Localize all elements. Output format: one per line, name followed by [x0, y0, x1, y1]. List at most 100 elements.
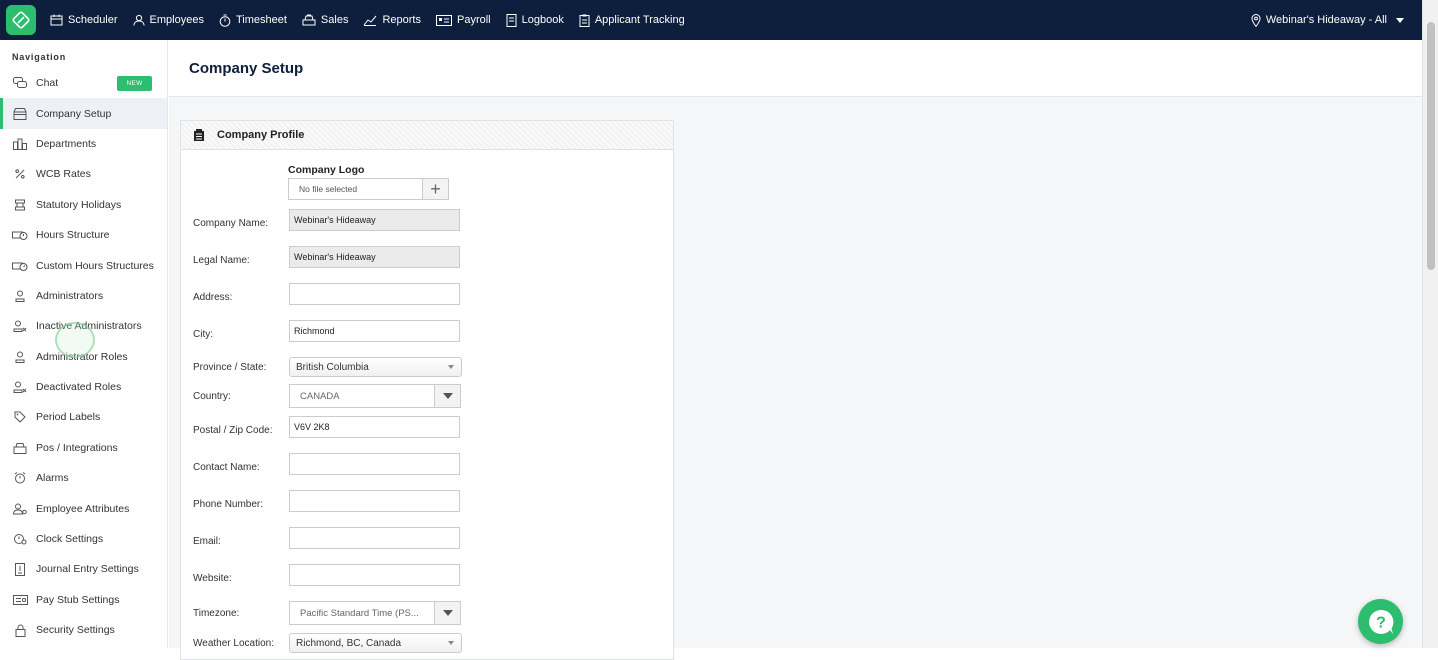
sidebar-item-label: Deactivated Roles [36, 381, 122, 394]
sidebar-item-hours-structure[interactable]: Hours Structure [0, 220, 167, 250]
sidebar-item-clock-settings[interactable]: Clock Settings [0, 524, 167, 554]
phone-label: Phone Number: [193, 498, 264, 510]
map-pin-icon [1251, 13, 1261, 27]
sidebar-item-label: Alarms [36, 472, 69, 485]
email-row: Email: [193, 527, 460, 549]
page-scrollbar[interactable] [1422, 0, 1438, 648]
address-field[interactable] [289, 283, 460, 305]
chevron-down-icon [1396, 17, 1404, 23]
country-select[interactable]: CANADA [289, 384, 461, 408]
timezone-label: Timezone: [193, 607, 240, 619]
company-profile-card: Company Profile Company Logo No file sel… [180, 120, 674, 660]
sidebar-item-departments[interactable]: Departments [0, 129, 167, 159]
company-logo-file-input[interactable]: No file selected + [288, 178, 449, 200]
location-selector[interactable]: Webinar's Hideaway - All [1251, 0, 1404, 40]
nav-reports[interactable]: Reports [363, 14, 421, 26]
sidebar-item-employee-attributes[interactable]: Employee Attributes [0, 493, 167, 523]
sidebar-item-company-setup[interactable]: Company Setup [0, 98, 167, 130]
card-header: Company Profile [181, 121, 673, 150]
page-title: Company Setup [169, 40, 1422, 97]
contact-row: Contact Name: [193, 453, 460, 475]
sidebar-item-administrator-roles[interactable]: Administrator Roles [0, 342, 167, 372]
phone-field[interactable] [289, 490, 460, 512]
contact-label: Contact Name: [193, 461, 260, 473]
help-button[interactable]: ? [1358, 599, 1403, 644]
contact-field[interactable] [289, 453, 460, 475]
admin-icon [12, 289, 28, 303]
nav-payroll[interactable]: Payroll [435, 14, 491, 26]
sidebar-item-label: Administrators [36, 289, 104, 302]
person-icon [133, 14, 145, 26]
sidebar-item-statutory-holidays[interactable]: Statutory Holidays [0, 190, 167, 220]
country-row: Country: CANADA [193, 384, 461, 408]
chat-icon [12, 76, 28, 90]
sidebar-item-label: Pay Stub Settings [36, 593, 120, 606]
svg-text:?: ? [1376, 614, 1386, 631]
legal-name-row: Legal Name: Webinar's Hideaway [193, 246, 460, 268]
app-logo-icon[interactable] [6, 5, 36, 35]
card-icon [435, 14, 452, 26]
email-field[interactable] [289, 527, 460, 549]
book-icon [506, 13, 517, 27]
nav-sales-label: Sales [320, 14, 349, 26]
attributes-icon [12, 502, 28, 516]
file-placeholder: No file selected [299, 184, 358, 194]
lock-icon [12, 623, 28, 637]
scrollbar-thumb[interactable] [1427, 22, 1435, 270]
custom-hours-icon [12, 259, 28, 273]
dropdown-button[interactable] [434, 602, 460, 624]
legal-name-field[interactable]: Webinar's Hideaway [289, 246, 460, 268]
new-badge: NEW [117, 76, 152, 91]
dropdown-button[interactable] [434, 385, 460, 407]
sidebar-item-administrators[interactable]: Administrators [0, 281, 167, 311]
sidebar-item-inactive-administrators[interactable]: Inactive Administrators [0, 311, 167, 341]
help-question-icon: ? [1368, 609, 1393, 634]
nav-employees[interactable]: Employees [133, 14, 204, 26]
website-label: Website: [193, 572, 232, 584]
nav-applicant-tracking[interactable]: Applicant Tracking [579, 14, 685, 27]
sidebar-item-alarms[interactable]: Alarms [0, 463, 167, 493]
province-row: Province / State: British Columbia [193, 357, 462, 377]
nav-timesheet[interactable]: Timesheet [219, 14, 287, 27]
clock-icon [12, 532, 28, 546]
sidebar-item-label: Security Settings [36, 624, 115, 637]
sidebar-item-pay-stub-settings[interactable]: Pay Stub Settings [0, 585, 167, 615]
weather-select[interactable]: Richmond, BC, Canada [289, 633, 462, 653]
stopwatch-icon [219, 14, 231, 27]
sidebar-item-chat[interactable]: Chat NEW [0, 68, 167, 98]
percent-icon [12, 167, 28, 181]
sidebar-item-journal-entry-settings[interactable]: Journal Entry Settings [0, 554, 167, 584]
sidebar-item-label: Administrator Roles [36, 350, 128, 363]
address-label: Address: [193, 291, 233, 303]
website-field[interactable] [289, 564, 460, 586]
company-name-field[interactable]: Webinar's Hideaway [289, 209, 460, 231]
sidebar-item-label: WCB Rates [36, 168, 91, 181]
timezone-select[interactable]: Pacific Standard Time (PS... [289, 601, 461, 625]
sidebar-heading: Navigation [12, 52, 67, 62]
country-value: CANADA [300, 390, 340, 402]
sidebar-item-label: Inactive Administrators [36, 320, 142, 333]
postal-row: Postal / Zip Code: V6V 2K8 [193, 416, 460, 438]
nav-sales[interactable]: Sales [302, 14, 349, 26]
sidebar-item-custom-hours-structures[interactable]: Custom Hours Structures [0, 250, 167, 280]
weather-row: Weather Location: Richmond, BC, Canada [193, 633, 462, 653]
nav-logbook[interactable]: Logbook [506, 13, 564, 27]
sidebar-item-security-settings[interactable]: Security Settings [0, 615, 167, 645]
sidebar-item-wcb-rates[interactable]: WCB Rates [0, 159, 167, 189]
plus-icon[interactable]: + [422, 179, 448, 199]
sidebar-item-label: Custom Hours Structures [36, 259, 154, 272]
nav-reports-label: Reports [382, 14, 421, 26]
chevron-down-icon [448, 365, 454, 369]
province-select[interactable]: British Columbia [289, 357, 462, 377]
nav-scheduler[interactable]: Scheduler [50, 14, 118, 26]
sidebar-item-pos-integrations[interactable]: Pos / Integrations [0, 433, 167, 463]
sidebar-item-period-labels[interactable]: Period Labels [0, 402, 167, 432]
alarm-icon [12, 471, 28, 485]
sidebar-item-label: Pos / Integrations [36, 441, 118, 454]
holiday-icon [12, 198, 28, 212]
postal-field[interactable]: V6V 2K8 [289, 416, 460, 438]
nav-payroll-label: Payroll [456, 14, 491, 26]
city-field[interactable]: Richmond [289, 320, 460, 342]
clipboard-icon [579, 14, 590, 27]
sidebar-item-deactivated-roles[interactable]: Deactivated Roles [0, 372, 167, 402]
